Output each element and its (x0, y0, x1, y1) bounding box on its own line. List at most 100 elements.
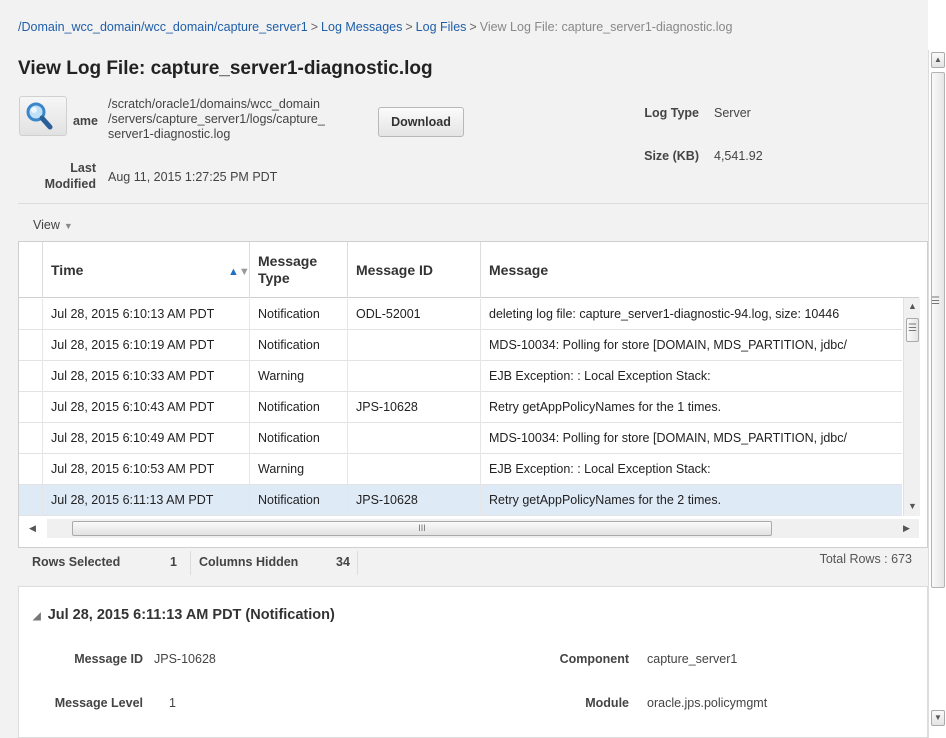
column-header-message-type[interactable]: Message Type (250, 242, 348, 298)
breadcrumb-separator: > (310, 20, 319, 34)
page-vertical-scrollbar[interactable]: ▲ ☰ ▼ (928, 50, 946, 738)
table-row[interactable]: Jul 28, 2015 6:10:13 AM PDT Notification O… (19, 299, 902, 330)
message-id-value: JPS-10628 (154, 652, 216, 666)
detail-title[interactable]: ◢ Jul 28, 2015 6:11:13 AM PDT (Notificati… (33, 607, 335, 623)
rows-selected-label: Rows Selected (32, 555, 121, 569)
divider (190, 551, 191, 575)
scroll-thumb[interactable]: ☰ (906, 318, 919, 342)
table-cell-id: JPS-10628 (348, 485, 481, 516)
divider (18, 203, 928, 204)
message-detail-panel: ◢ Jul 28, 2015 6:11:13 AM PDT (Notificati… (18, 586, 928, 738)
view-menu-label: View (33, 218, 60, 232)
table-cell-message: MDS-10034: Polling for store [DOMAIN, MD… (489, 338, 847, 352)
view-menu[interactable]: View ▼ (33, 218, 73, 232)
collapse-triangle-icon[interactable]: ◢ (33, 611, 41, 622)
sort-ascending-icon[interactable]: ▲ (228, 266, 239, 278)
rows-selected-value: 1 (170, 555, 177, 569)
scroll-down-icon[interactable]: ▼ (908, 501, 917, 511)
file-path-line: /servers/capture_server1/logs/capture_ (108, 112, 325, 126)
page: /Domain_wcc_domain/wcc_domain/capture_se… (0, 0, 928, 738)
table-cell-time: Jul 28, 2015 6:10:49 AM PDT (43, 423, 250, 454)
breadcrumb-domain-link[interactable]: /Domain_wcc_domain/wcc_domain/capture_se… (18, 20, 308, 34)
column-header-message-id[interactable]: Message ID (348, 242, 481, 298)
size-value: 4,541.92 (714, 149, 763, 163)
row-selector-header (19, 242, 43, 298)
table-cell-id (348, 361, 481, 392)
scroll-grip-icon: ☰ (931, 296, 940, 307)
table-cell-id (348, 330, 481, 361)
table-cell-type: Notification (250, 392, 348, 423)
table-row[interactable]: Jul 28, 2015 6:10:49 AM PDT Notification M… (19, 423, 902, 454)
last-modified-value: Aug 11, 2015 1:27:25 PM PDT (108, 170, 278, 184)
column-header-time[interactable]: Time ▲▼ (43, 242, 250, 298)
column-header-message[interactable]: Message (481, 242, 902, 298)
table-cell-message: EJB Exception: : Local Exception Stack: (489, 462, 711, 476)
log-table: Time ▲▼ Message Type Message ID Message … (18, 241, 928, 548)
file-path: /scratch/oracle1/domains/wcc_domain /ser… (108, 97, 374, 142)
scroll-up-icon[interactable]: ▲ (908, 301, 917, 311)
column-header-label: Time (51, 261, 84, 278)
scroll-thumb[interactable]: III (72, 521, 772, 536)
scroll-thumb[interactable] (931, 72, 945, 588)
table-cell-time: Jul 28, 2015 6:10:19 AM PDT (43, 330, 250, 361)
breadcrumb: /Domain_wcc_domain/wcc_domain/capture_se… (18, 20, 732, 34)
table-cell-message: Retry getAppPolicyNames for the 2 times. (489, 493, 722, 507)
scroll-up-icon[interactable]: ▲ (931, 52, 945, 68)
table-cell-time: Jul 28, 2015 6:11:13 AM PDT (43, 485, 250, 516)
table-row[interactable]: Jul 28, 2015 6:10:43 AM PDT Notification J… (19, 392, 902, 423)
file-path-line: server1-diagnostic.log (108, 127, 231, 141)
table-horizontal-scrollbar[interactable]: ◀ III ▶ (29, 519, 919, 538)
columns-hidden-value: 34 (336, 555, 350, 569)
row-selector-cell[interactable] (19, 330, 43, 361)
table-cell-message: EJB Exception: : Local Exception Stack: (489, 369, 711, 383)
scroll-down-icon[interactable]: ▼ (931, 710, 945, 726)
component-value: capture_server1 (647, 652, 738, 666)
search-button[interactable] (19, 96, 67, 136)
chevron-down-icon: ▼ (63, 221, 73, 231)
table-cell-id (348, 423, 481, 454)
table-cell-time: Jul 28, 2015 6:10:33 AM PDT (43, 361, 250, 392)
table-cell-message: MDS-10034: Polling for store [DOMAIN, MD… (489, 431, 847, 445)
message-level-label: Message Level (54, 696, 143, 710)
table-cell-time: Jul 28, 2015 6:10:43 AM PDT (43, 392, 250, 423)
module-label: Module (585, 696, 629, 710)
sort-descending-icon[interactable]: ▼ (239, 266, 250, 278)
page-title: View Log File: capture_server1-diagnosti… (18, 58, 433, 79)
row-selector-cell[interactable] (19, 423, 43, 454)
breadcrumb-current: View Log File: capture_server1-diagnosti… (479, 20, 733, 34)
download-button[interactable]: Download (378, 107, 464, 137)
breadcrumb-log-messages-link[interactable]: Log Messages (321, 20, 402, 34)
table-cell-type: Notification (250, 423, 348, 454)
table-row[interactable]: Jul 28, 2015 6:10:33 AM PDT Warning EJB Ex… (19, 361, 902, 392)
row-selector-cell[interactable] (19, 299, 43, 330)
table-cell-type: Notification (250, 299, 348, 330)
last-modified-label: Last Modified (40, 160, 96, 192)
table-row[interactable]: Jul 28, 2015 6:10:19 AM PDT Notification M… (19, 330, 902, 361)
row-selector-cell[interactable] (19, 454, 43, 485)
row-selector-cell[interactable] (19, 485, 43, 516)
divider (357, 551, 358, 575)
log-type-value: Server (714, 106, 751, 120)
table-vertical-scrollbar[interactable]: ▲ ☰ ▼ (903, 298, 920, 516)
sort-icon[interactable]: ▲▼ (228, 264, 250, 281)
name-label: ame (72, 114, 98, 128)
table-row[interactable]: Jul 28, 2015 6:10:53 AM PDT Warning EJB Ex… (19, 454, 902, 485)
breadcrumb-separator: > (405, 20, 413, 34)
file-path-line: /scratch/oracle1/domains/wcc_domain (108, 97, 320, 111)
scroll-left-icon[interactable]: ◀ (29, 523, 36, 534)
message-level-value: 1 (169, 696, 176, 710)
table-cell-type: Warning (250, 454, 348, 485)
table-cell-type: Warning (250, 361, 348, 392)
scroll-right-icon[interactable]: ▶ (903, 523, 910, 534)
last-modified-label-line: Modified (44, 177, 96, 191)
last-modified-label-line: Last (70, 161, 96, 175)
row-selector-cell[interactable] (19, 392, 43, 423)
table-row[interactable]: Jul 28, 2015 6:11:13 AM PDT Notification J… (19, 485, 902, 516)
magnifier-icon (26, 102, 53, 130)
breadcrumb-log-files-link[interactable]: Log Files (416, 20, 467, 34)
size-label: Size (KB) (644, 149, 699, 163)
message-id-label: Message ID (74, 652, 143, 666)
table-cell-message: Retry getAppPolicyNames for the 1 times. (489, 400, 722, 414)
detail-title-text: Jul 28, 2015 6:11:13 AM PDT (Notificatio… (47, 607, 335, 623)
row-selector-cell[interactable] (19, 361, 43, 392)
